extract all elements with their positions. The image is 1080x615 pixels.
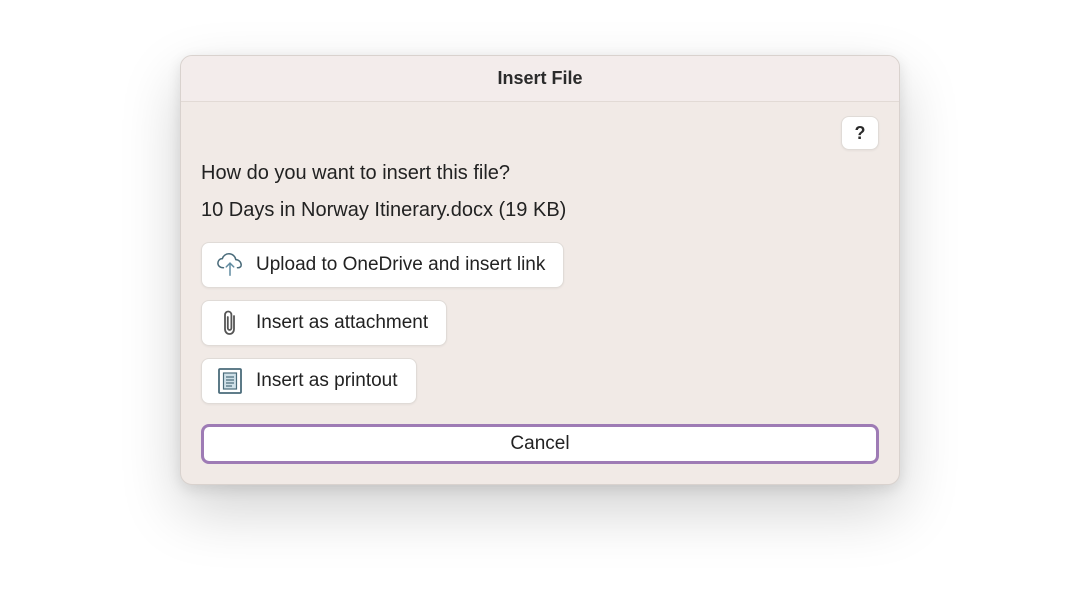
cancel-button[interactable]: Cancel [201, 424, 879, 464]
option-label: Insert as printout [256, 370, 398, 392]
viewport: Insert File ? How do you want to insert … [0, 0, 1080, 615]
dialog-body: ? How do you want to insert this file? 1… [181, 102, 899, 484]
option-upload-onedrive[interactable]: Upload to OneDrive and insert link [201, 242, 564, 288]
option-insert-printout[interactable]: Insert as printout [201, 358, 417, 404]
document-icon [216, 367, 244, 395]
option-list: Upload to OneDrive and insert link Inser… [201, 242, 879, 404]
cloud-upload-icon [216, 251, 244, 279]
option-label: Insert as attachment [256, 312, 428, 334]
option-label: Upload to OneDrive and insert link [256, 254, 545, 276]
help-label: ? [855, 123, 866, 144]
file-info: 10 Days in Norway Itinerary.docx (19 KB) [201, 199, 879, 222]
dialog-title: Insert File [497, 68, 582, 89]
insert-file-dialog: Insert File ? How do you want to insert … [180, 55, 900, 485]
insert-prompt: How do you want to insert this file? [201, 162, 879, 185]
paperclip-icon [216, 309, 244, 337]
dialog-titlebar: Insert File [181, 56, 899, 102]
help-button[interactable]: ? [841, 116, 879, 150]
cancel-label: Cancel [510, 433, 569, 455]
option-insert-attachment[interactable]: Insert as attachment [201, 300, 447, 346]
